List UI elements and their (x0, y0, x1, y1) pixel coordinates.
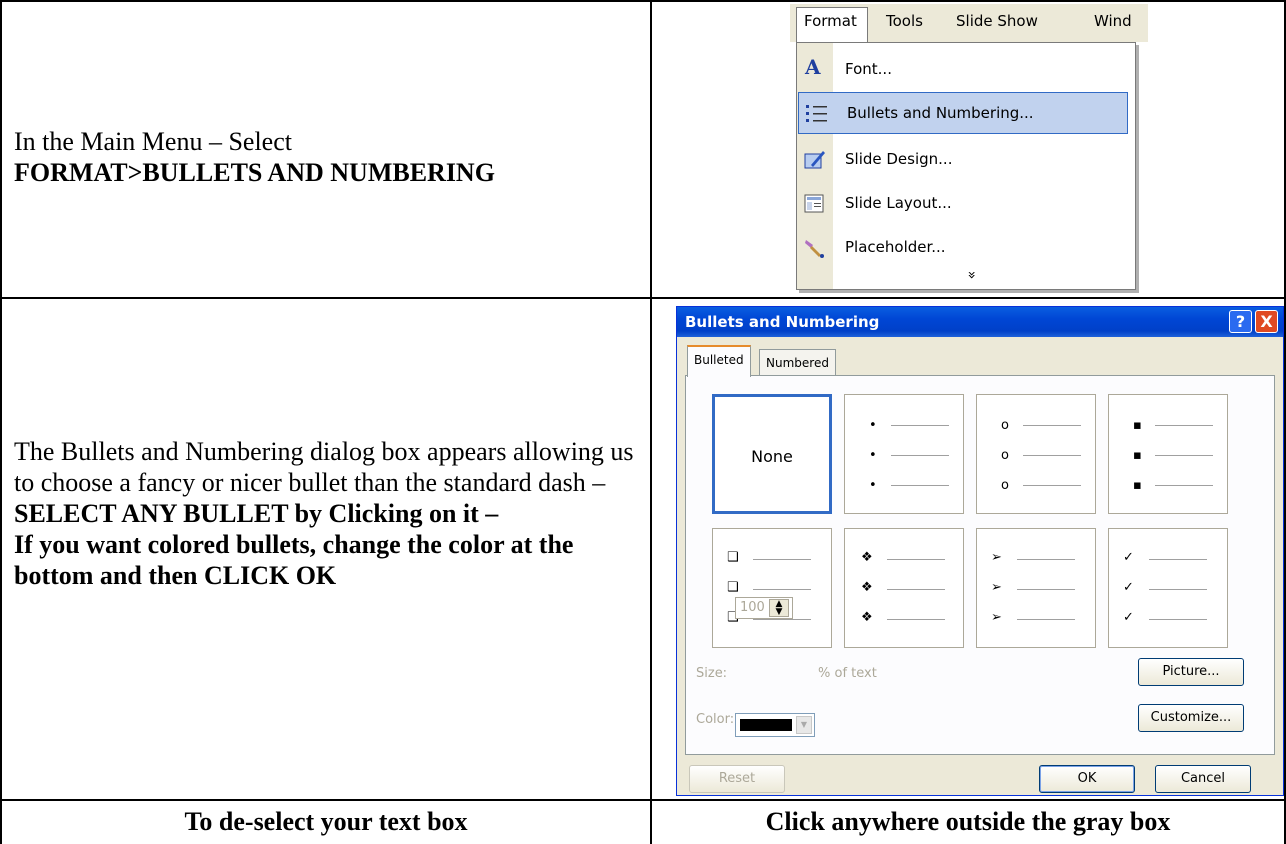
square-bullet-icon: ▪ (1133, 418, 1142, 433)
slide-design-icon (803, 149, 827, 171)
cancel-button[interactable]: Cancel (1155, 765, 1251, 793)
row2-color-instruction: If you want colored bullets, change the … (14, 530, 574, 590)
arrow-bullet-icon: ➢ (991, 610, 1002, 625)
picture-button[interactable]: Picture... (1138, 658, 1244, 686)
dot-bullet-icon: • (869, 418, 877, 433)
menu-item-label: Placeholder... (845, 238, 946, 256)
circle-bullet-icon: o (1001, 478, 1009, 493)
bullet-option-square[interactable]: ▪ ▪ ▪ (1108, 394, 1228, 514)
hollow-square-bullet-icon: ❑ (727, 550, 739, 565)
diamond-bullet-icon: ❖ (861, 580, 873, 595)
reset-button[interactable]: Reset (689, 765, 785, 793)
arrow-bullet-icon: ➢ (991, 550, 1002, 565)
close-button[interactable]: X (1255, 310, 1278, 333)
diamond-bullet-icon: ❖ (861, 610, 873, 625)
row2-plain-text: The Bullets and Numbering dialog box app… (14, 437, 634, 497)
menu-tools[interactable]: Tools (886, 12, 923, 30)
row2-select-instruction: SELECT ANY BULLET by Clicking on it – (14, 499, 499, 528)
color-swatch (740, 719, 792, 731)
dialog-title-bar: Bullets and Numbering ? X (677, 307, 1283, 337)
row1-command: FORMAT>BULLETS AND NUMBERING (14, 158, 495, 187)
none-label: None (751, 447, 793, 466)
menu-item-label: Slide Design... (845, 150, 953, 168)
table-row-divider-1 (0, 297, 1286, 299)
square-bullet-icon: ▪ (1133, 478, 1142, 493)
menu-item-slide-design[interactable]: Slide Design... (797, 139, 1135, 181)
size-unit-label: % of text (818, 666, 877, 681)
size-value: 100 (740, 600, 765, 615)
menu-bar: Format Tools Slide Show Wind (790, 4, 1148, 43)
table-border-top (0, 0, 1286, 2)
size-label: Size: (696, 666, 728, 681)
arrow-bullet-icon: ➢ (991, 580, 1002, 595)
bullet-option-dot[interactable]: • • • (844, 394, 964, 514)
square-bullet-icon: ▪ (1133, 448, 1142, 463)
tab-numbered[interactable]: Numbered (759, 349, 836, 375)
spinner-arrows-icon: ▲ ▼ (769, 599, 789, 617)
table-border-left (0, 0, 2, 844)
bullet-option-circle[interactable]: o o o (976, 394, 1096, 514)
menu-format[interactable]: Format (804, 12, 857, 30)
menu-item-slide-layout[interactable]: Slide Layout... (797, 183, 1135, 225)
checkmark-bullet-icon: ✓ (1123, 610, 1134, 625)
bullet-option-none[interactable]: None (712, 394, 832, 514)
bullet-option-checkmark[interactable]: ✓ ✓ ✓ (1108, 528, 1228, 648)
row2-description: The Bullets and Numbering dialog box app… (14, 436, 644, 591)
format-dropdown: A Font... Bullets and Numbering... Slide (796, 42, 1136, 290)
circle-bullet-icon: o (1001, 448, 1009, 463)
menu-item-bullets-and-numbering[interactable]: Bullets and Numbering... (798, 92, 1128, 134)
diamond-bullet-icon: ❖ (861, 550, 873, 565)
menu-item-label: Font... (845, 60, 892, 78)
ok-button[interactable]: OK (1039, 765, 1135, 793)
font-a-icon: A (805, 55, 821, 79)
bullet-option-diamond[interactable]: ❖ ❖ ❖ (844, 528, 964, 648)
dot-bullet-icon: • (869, 448, 877, 463)
circle-bullet-icon: o (1001, 418, 1009, 433)
bulleted-tab-panel: None • • • o o o ▪ ▪ ▪ ❑ ❑ ❑ ❖ ❖ ❖ ➢ ➢ ➢… (685, 375, 1275, 755)
tab-bulleted[interactable]: Bulleted (687, 345, 751, 377)
row3-right-instruction: Click anywhere outside the gray box (765, 807, 1171, 836)
table-row-divider-2 (0, 799, 1286, 801)
table-column-divider (650, 0, 652, 844)
slide-layout-icon (803, 193, 827, 215)
bullet-option-arrow[interactable]: ➢ ➢ ➢ (976, 528, 1096, 648)
row1-instruction: In the Main Menu – Select FORMAT>BULLETS… (14, 126, 644, 188)
menu-item-placeholder[interactable]: Placeholder... (797, 227, 1135, 269)
format-menu-screenshot: Format Tools Slide Show Wind A Font... B… (790, 4, 1148, 294)
checkmark-bullet-icon: ✓ (1123, 550, 1134, 565)
menu-item-label: Slide Layout... (845, 194, 952, 212)
placeholder-brush-icon (803, 237, 827, 259)
checkmark-bullet-icon: ✓ (1123, 580, 1134, 595)
customize-button[interactable]: Customize... (1138, 704, 1244, 732)
chevron-down-icon: ▼ (796, 716, 812, 734)
expand-menu-chevron-icon[interactable]: » (963, 271, 979, 280)
bullets-list-icon (805, 103, 829, 125)
bullets-and-numbering-dialog: Bullets and Numbering ? X Bulleted Numbe… (676, 306, 1284, 796)
dot-bullet-icon: • (869, 478, 877, 493)
color-picker: ▼ (735, 713, 815, 737)
hollow-square-bullet-icon: ❑ (727, 580, 739, 595)
menu-item-label: Bullets and Numbering... (847, 104, 1034, 122)
row1-intro: In the Main Menu – Select (14, 127, 292, 156)
row3-left-instruction: To de-select your text box (184, 807, 468, 836)
menu-slide-show[interactable]: Slide Show (956, 12, 1038, 30)
help-button[interactable]: ? (1229, 310, 1252, 333)
menu-item-font[interactable]: A Font... (797, 49, 1135, 91)
color-label: Color: (696, 712, 735, 727)
bullet-option-hollow-square[interactable]: ❑ ❑ ❑ (712, 528, 832, 648)
menu-window[interactable]: Wind (1094, 12, 1132, 30)
dialog-title: Bullets and Numbering (685, 313, 880, 331)
